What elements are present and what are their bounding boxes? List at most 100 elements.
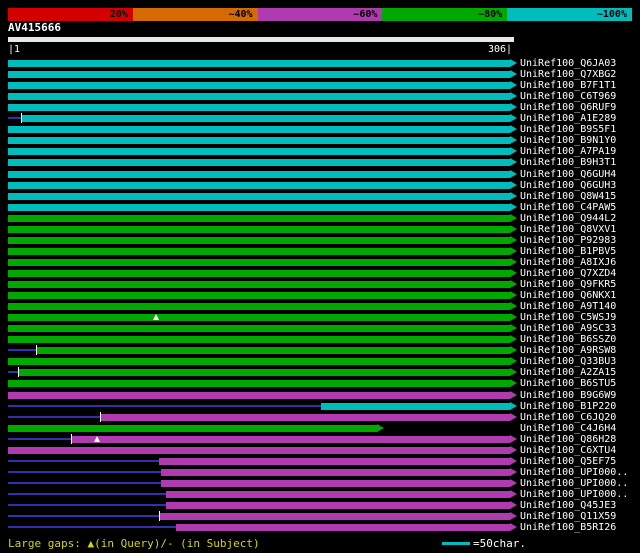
hsp-bar[interactable]	[166, 502, 510, 509]
hit-label[interactable]: UniRef100_C6XTU4	[520, 445, 616, 456]
hsp-bar[interactable]	[8, 325, 510, 332]
hsp-bar[interactable]	[8, 259, 510, 266]
hsp-bar[interactable]	[8, 226, 510, 233]
alignment-row: UniRef100_A1E289	[0, 113, 640, 124]
hit-label[interactable]: UniRef100_B7F1T1	[520, 80, 616, 91]
hsp-bar[interactable]	[8, 104, 510, 111]
hit-label[interactable]: UniRef100_A2ZA15	[520, 367, 616, 378]
hsp-bar[interactable]	[8, 82, 510, 89]
unaligned-line	[8, 526, 176, 528]
segment-start-tick	[18, 367, 19, 377]
hsp-bar[interactable]	[8, 292, 510, 299]
hit-label[interactable]: UniRef100_A9RSW8	[520, 345, 616, 356]
hsp-bar[interactable]	[8, 215, 510, 222]
query-gap-marker-icon	[153, 314, 160, 320]
hit-label[interactable]: UniRef100_Q6NKX1	[520, 290, 616, 301]
hit-label[interactable]: UniRef100_B9G6W9	[520, 390, 616, 401]
hit-label[interactable]: UniRef100_Q86H28	[520, 434, 616, 445]
hsp-bar[interactable]	[8, 392, 510, 399]
hit-label[interactable]: UniRef100_C4J6H4	[520, 423, 616, 434]
hit-label[interactable]: UniRef100_Q6JA03	[520, 58, 616, 69]
hsp-bar[interactable]	[320, 403, 510, 410]
hsp-bar[interactable]	[8, 248, 510, 255]
alignment-row: UniRef100_Q8VXV1	[0, 224, 640, 235]
hsp-bar[interactable]	[161, 480, 510, 487]
hsp-bar[interactable]	[8, 71, 510, 78]
hsp-bar[interactable]	[159, 458, 510, 465]
hit-label[interactable]: UniRef100_C6JQ20	[520, 412, 616, 423]
alignment-row: UniRef100_A8IXJ6	[0, 257, 640, 268]
hit-label[interactable]: UniRef100_Q11X59	[520, 511, 616, 522]
hsp-bar[interactable]	[17, 369, 510, 376]
hit-label[interactable]: UniRef100_Q9FKR5	[520, 279, 616, 290]
hsp-bar[interactable]	[8, 182, 510, 189]
hsp-bar[interactable]	[8, 314, 510, 321]
hit-label[interactable]: UniRef100_A7PA19	[520, 146, 616, 157]
hit-label[interactable]: UniRef100_A9SC33	[520, 323, 616, 334]
hit-label[interactable]: UniRef100_Q45JE3	[520, 500, 616, 511]
alignment-row: UniRef100_A9T140	[0, 301, 640, 312]
arrowhead-icon	[510, 81, 517, 89]
hsp-bar[interactable]	[8, 237, 510, 244]
hsp-bar[interactable]	[8, 447, 510, 454]
hsp-bar[interactable]	[35, 347, 510, 354]
hit-label[interactable]: UniRef100_B9N1Y0	[520, 135, 616, 146]
hsp-bar[interactable]	[8, 193, 510, 200]
hit-label[interactable]: UniRef100_P92983	[520, 235, 616, 246]
unaligned-line	[8, 416, 101, 418]
hsp-bar[interactable]	[8, 60, 510, 67]
alignment-row: UniRef100_A7PA19	[0, 146, 640, 157]
hsp-bar[interactable]	[8, 336, 510, 343]
hit-label[interactable]: UniRef100_Q7XZD4	[520, 268, 616, 279]
hit-label[interactable]: UniRef100_A9T140	[520, 301, 616, 312]
hsp-bar[interactable]	[8, 380, 510, 387]
hit-label[interactable]: UniRef100_B9S5F1	[520, 124, 616, 135]
hit-label[interactable]: UniRef100_Q33BU3	[520, 356, 616, 367]
hit-label[interactable]: UniRef100_Q7XBG2	[520, 69, 616, 80]
hit-label[interactable]: UniRef100_C6T969	[520, 91, 616, 102]
alignment-row: UniRef100_Q11X59	[0, 511, 640, 522]
hit-label[interactable]: UniRef100_B9H3T1	[520, 157, 616, 168]
hsp-bar[interactable]	[8, 303, 510, 310]
hsp-bar[interactable]	[159, 513, 510, 520]
hsp-bar[interactable]	[161, 469, 510, 476]
hit-label[interactable]: UniRef100_C4PAW5	[520, 202, 616, 213]
hit-label[interactable]: UniRef100_Q6GUH3	[520, 180, 616, 191]
hit-label[interactable]: UniRef100_Q8W415	[520, 191, 616, 202]
alignment-row: UniRef100_Q8W415	[0, 191, 640, 202]
hsp-bar[interactable]	[8, 171, 510, 178]
hsp-bar[interactable]	[175, 524, 510, 531]
hit-label[interactable]: UniRef100_A1E289	[520, 113, 616, 124]
hit-label[interactable]: UniRef100_B6STU5	[520, 378, 616, 389]
hsp-bar[interactable]	[8, 270, 510, 277]
hit-label[interactable]: UniRef100_A8IXJ6	[520, 257, 616, 268]
hit-label[interactable]: UniRef100_UPI000..	[520, 489, 628, 500]
hit-label[interactable]: UniRef100_Q5EF75	[520, 456, 616, 467]
alignment-row: UniRef100_UPI000..	[0, 478, 640, 489]
hsp-bar[interactable]	[21, 115, 510, 122]
hit-label[interactable]: UniRef100_UPI000..	[520, 478, 628, 489]
hit-label[interactable]: UniRef100_Q944L2	[520, 213, 616, 224]
hsp-bar[interactable]	[166, 491, 510, 498]
hsp-bar[interactable]	[8, 137, 510, 144]
hsp-bar[interactable]	[8, 281, 510, 288]
hsp-bar[interactable]	[8, 159, 510, 166]
hit-label[interactable]: UniRef100_Q6GUH4	[520, 169, 616, 180]
hit-label[interactable]: UniRef100_B1P220	[520, 401, 616, 412]
hsp-bar[interactable]	[8, 425, 377, 432]
hsp-bar[interactable]	[8, 204, 510, 211]
hsp-bar[interactable]	[8, 93, 510, 100]
hit-label[interactable]: UniRef100_B6SSZ0	[520, 334, 616, 345]
hit-label[interactable]: UniRef100_B1PBV5	[520, 246, 616, 257]
hsp-bar[interactable]	[8, 126, 510, 133]
hsp-bar[interactable]	[70, 436, 510, 443]
hit-label[interactable]: UniRef100_UPI000..	[520, 467, 628, 478]
hit-label[interactable]: UniRef100_B5RI26	[520, 522, 616, 533]
hsp-bar[interactable]	[8, 358, 510, 365]
hit-label[interactable]: UniRef100_C5WSJ9	[520, 312, 616, 323]
hit-label[interactable]: UniRef100_Q8VXV1	[520, 224, 616, 235]
unaligned-line	[8, 482, 162, 484]
hit-label[interactable]: UniRef100_Q6RUF9	[520, 102, 616, 113]
hsp-bar[interactable]	[8, 148, 510, 155]
hsp-bar[interactable]	[100, 414, 510, 421]
